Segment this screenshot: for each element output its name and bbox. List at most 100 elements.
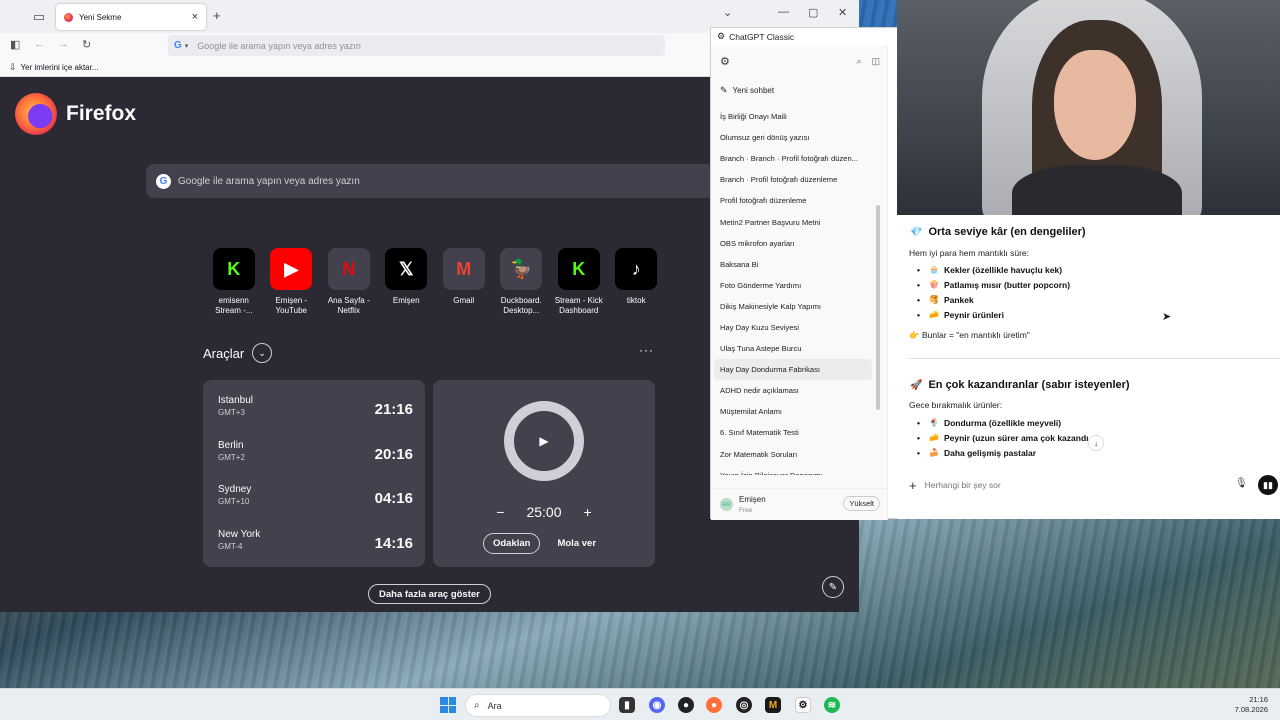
obs-icon[interactable]: ● xyxy=(678,697,694,713)
chat-history-item[interactable]: Branch · Branch · Profil fotoğrafı düzen… xyxy=(714,148,872,169)
shortcut-tile[interactable]: 🦆 Duckboard. Desktop... xyxy=(493,248,551,316)
upgrade-button[interactable]: Yükselt xyxy=(843,496,880,511)
chat-history-item[interactable]: Foto Gönderme Yardımı xyxy=(714,275,872,296)
minimize-icon[interactable]: — xyxy=(778,6,789,18)
play-button[interactable]: ▶ xyxy=(504,401,584,481)
reload-icon[interactable]: ↻ xyxy=(82,38,91,51)
sidebar-scrollbar[interactable] xyxy=(876,205,880,410)
new-chat-button[interactable]: ✎ Yeni sohbet xyxy=(720,85,774,96)
chevron-down-icon[interactable]: ⌄ xyxy=(723,6,732,19)
chat-history-item[interactable]: Branch · Profil fotoğrafı düzenleme xyxy=(714,169,872,190)
chat-history-item[interactable]: İş Birliği Onayı Maili xyxy=(714,106,872,127)
product-list: 🧁 Kekler (özellikle havuçlu kek) 🍿 Patlamış… xyxy=(917,262,1070,322)
chat-history-item[interactable]: OBS mikrofon ayarları xyxy=(714,233,872,254)
list-item-text: Kekler (özellikle havuçlu kek) xyxy=(943,264,1063,275)
food-emoji-icon: 🍿 xyxy=(928,280,939,289)
list-item: 🧀 Peynir ürünleri xyxy=(917,307,1070,322)
list-item: 🧀 Peynir (uzun sürer ama çok kazandı...) xyxy=(917,430,1098,445)
obs-studio-icon[interactable]: ◎ xyxy=(736,697,752,713)
shortcut-tile[interactable]: ▶ Emişen - YouTube xyxy=(263,248,321,316)
list-item: 🧁 Kekler (özellikle havuçlu kek) xyxy=(917,262,1070,277)
chat-history-item[interactable]: Zor Matematik Soruları xyxy=(714,444,872,465)
chat-history-item[interactable]: Müştemilat Anlamı xyxy=(714,401,872,422)
shortcut-label: Emişen - YouTube xyxy=(275,296,308,315)
chat-history-item[interactable]: Baksana Bi xyxy=(714,254,872,275)
chevron-down-icon[interactable]: ▾ xyxy=(185,42,189,50)
focus-timer-widget: ▶ − 25:00 + Odaklan Mola ver xyxy=(433,380,655,567)
shortcut-label: Ana Sayfa - Netflix xyxy=(327,296,370,315)
shortcut-tile[interactable]: 𝕏 Emişen xyxy=(378,248,436,316)
shortcut-tile[interactable]: Kemisenn Stream -... xyxy=(205,248,263,316)
person-body xyxy=(1012,165,1182,215)
firefox-logo-icon xyxy=(15,93,57,135)
shortcut-icon: 🦆 xyxy=(500,248,543,290)
spotify-icon[interactable]: ≋ xyxy=(824,697,840,713)
user-account[interactable]: EM Emişen Free Yükselt xyxy=(711,488,888,520)
shortcut-tile[interactable]: ♪ tiktok xyxy=(608,248,666,316)
add-attachment-icon[interactable]: + xyxy=(909,478,917,493)
scroll-down-button[interactable]: ↓ xyxy=(1088,435,1104,451)
forward-icon[interactable]: → xyxy=(58,38,69,50)
decrease-timer-button[interactable]: − xyxy=(496,504,504,520)
url-bar[interactable]: G ▾ Google ile arama yapın veya adres ya… xyxy=(168,35,665,56)
shortcut-tile[interactable]: M Gmail xyxy=(435,248,493,316)
chat-history-item[interactable]: Ulaş Tuna Astepe Burcu xyxy=(714,338,872,359)
chat-history-item[interactable]: Profil fotoğrafı düzenleme xyxy=(714,190,872,211)
list-item-text: Daha gelişmiş pastalar xyxy=(943,447,1037,458)
sidebar-icon[interactable]: ◧ xyxy=(10,38,20,51)
new-tab-icon[interactable]: + xyxy=(213,8,221,23)
focus-button[interactable]: Odaklan xyxy=(482,533,541,554)
chat-history-item[interactable]: ADHD nedir açıklaması xyxy=(714,380,872,401)
tab-new-tab[interactable]: Yeni Sekme × xyxy=(56,4,206,30)
discord-icon[interactable]: ◉ xyxy=(649,697,665,713)
window-title: ChatGPT Classic xyxy=(729,31,795,42)
chevron-down-icon[interactable]: ⌄ xyxy=(252,343,273,363)
chat-history-item[interactable]: Metin2 Partner Başvuru Metni xyxy=(714,211,872,232)
increase-timer-button[interactable]: + xyxy=(584,504,592,520)
chat-history-item[interactable]: Dikiş Makinesiyle Kalp Yapımı xyxy=(714,296,872,317)
import-bookmarks-link[interactable]: Yer imlerini içe aktar... xyxy=(21,63,99,72)
system-clock[interactable]: 21:16 7.08.2026 xyxy=(1235,695,1268,715)
taskbar-search[interactable]: ⌕ Ara xyxy=(465,694,611,717)
maximize-icon[interactable]: ▢ xyxy=(808,6,818,19)
break-button[interactable]: Mola ver xyxy=(548,534,605,553)
microphone-icon[interactable]: 🎙 xyxy=(1235,478,1248,489)
chat-history-item[interactable]: Olumsuz geri dönüş yazısı xyxy=(714,127,872,148)
shortcut-tile[interactable]: K Stream - Kick Dashboard xyxy=(550,248,608,316)
user-name: Emişen xyxy=(739,494,766,504)
voice-mode-button[interactable]: ▮▮ xyxy=(1258,475,1278,495)
chatgpt-icon[interactable]: ⚙ xyxy=(795,697,811,713)
start-button[interactable] xyxy=(440,697,456,713)
search-icon[interactable]: ⌕ xyxy=(856,56,861,67)
list-item: 🍰 Daha gelişmiş pastalar xyxy=(917,445,1098,460)
search-box[interactable]: G Google ile arama yapın veya adres yazı… xyxy=(146,164,714,198)
back-icon[interactable]: ← xyxy=(34,38,45,50)
shortcut-icon: K xyxy=(212,248,255,290)
list-item-text: Pankek xyxy=(943,294,974,305)
gem-icon: 💎 xyxy=(910,226,923,238)
taskbar-search-label: Ara xyxy=(487,700,502,711)
sidebar-toggle-icon[interactable]: ◫ xyxy=(871,56,880,67)
message-composer: + 🎙 ▮▮ xyxy=(909,472,1280,498)
firefox-icon[interactable]: ● xyxy=(706,697,722,713)
app-icon[interactable]: M xyxy=(765,697,781,713)
chat-history-item[interactable]: Yayın İçin Bilgisayar Donanımı xyxy=(714,465,872,475)
clock-time: 14:16 xyxy=(374,534,413,552)
close-tab-icon[interactable]: × xyxy=(192,11,198,23)
message-input[interactable] xyxy=(924,480,1215,490)
task-view-icon[interactable]: ▮ xyxy=(619,697,635,713)
chatgpt-logo-icon[interactable]: ⚙ xyxy=(720,55,730,68)
food-emoji-icon: 🥞 xyxy=(928,295,939,304)
chat-history-item[interactable]: 6. Sınıf Matematik Testi xyxy=(714,422,872,443)
close-window-icon[interactable]: ✕ xyxy=(838,6,847,19)
chatgpt-logo-icon: ⚙ xyxy=(717,31,726,41)
chat-history-item[interactable]: Hay Day Kuzu Seviyesi xyxy=(714,317,872,338)
shortcut-tile[interactable]: N Ana Sayfa - Netflix xyxy=(320,248,378,316)
edit-icon[interactable]: ✎ xyxy=(822,576,844,598)
show-more-tools-button[interactable]: Daha fazla araç göster xyxy=(368,584,491,604)
tab-list-icon[interactable]: ▭ xyxy=(25,3,53,31)
webcam-overlay xyxy=(897,0,1280,215)
more-options-icon[interactable]: ··· xyxy=(639,343,654,357)
chat-history-item[interactable]: Hay Day Dondurma Fabrikası xyxy=(714,359,872,381)
list-item-text: Dondurma (özellikle meyveli) xyxy=(943,417,1062,428)
